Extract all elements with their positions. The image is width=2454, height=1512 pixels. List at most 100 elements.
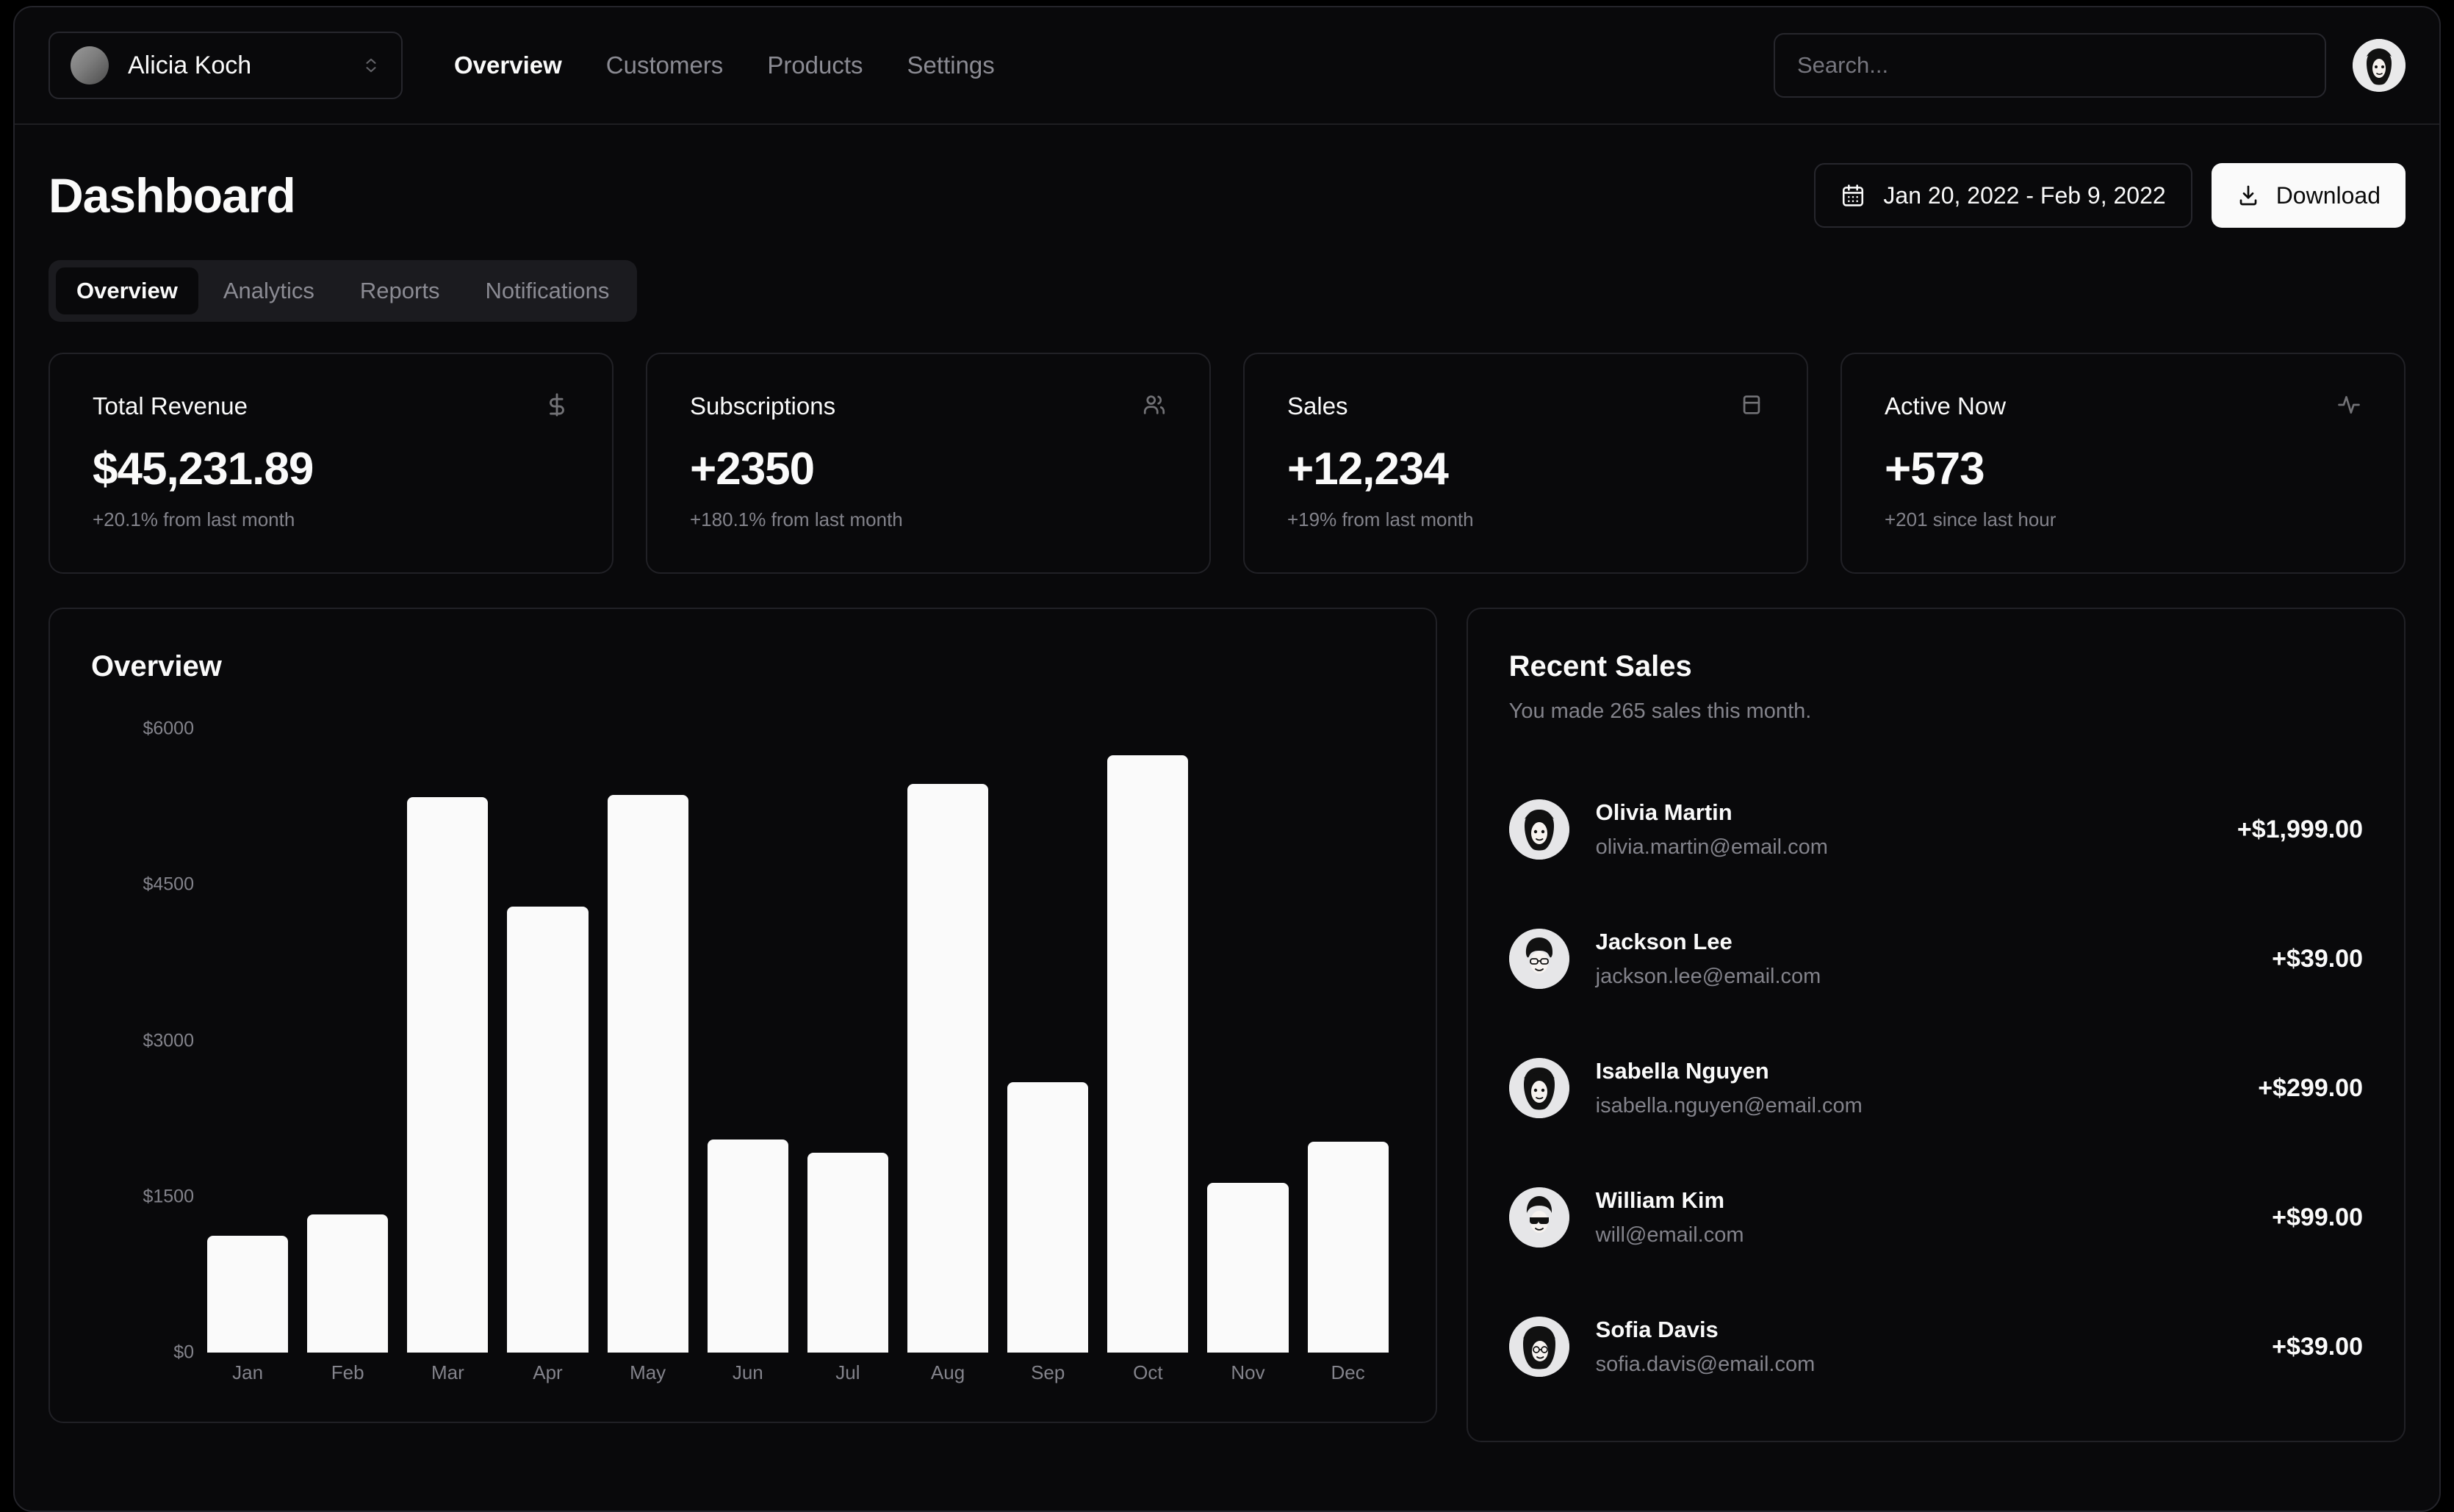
page-actions: Jan 20, 2022 - Feb 9, 2022 Download [1814, 163, 2406, 228]
chart-bar[interactable] [1007, 1082, 1088, 1353]
download-button[interactable]: Download [2212, 163, 2406, 228]
chart-bar[interactable] [907, 784, 988, 1353]
activity-icon [2336, 392, 2361, 421]
chart-x-tick: Aug [907, 1353, 988, 1392]
chart-y-tick: $4500 [143, 874, 194, 896]
chart-bar-column[interactable]: Oct [1107, 729, 1188, 1392]
team-name: Alicia Koch [128, 51, 342, 80]
sale-customer-email: jackson.lee@email.com [1596, 965, 1821, 989]
sale-row[interactable]: Olivia Martinolivia.martin@email.com +$1,… [1509, 765, 2363, 894]
chart-bars: JanFeb Mar Apr May Jun Jul Aug Sep Oct Nov Dec [207, 729, 1389, 1392]
stat-card-total-revenue: Total Revenue $45,231.89 +20.1% from las… [48, 353, 614, 574]
sale-amount: +$99.00 [2272, 1203, 2363, 1232]
chart-bar-column[interactable]: Mar [407, 729, 488, 1392]
sale-row[interactable]: Isabella Nguyen isabella.nguyen@email.com… [1509, 1023, 2363, 1153]
stat-card-active-now: Active Now +573 +201 since last hour [1840, 353, 2406, 574]
chart-bar-column[interactable]: Aug [907, 729, 988, 1392]
sale-row[interactable]: William Kim will@email.com +$99.00 [1509, 1153, 2363, 1282]
users-icon [1142, 392, 1167, 421]
stat-card-subscriptions: Subscriptions +2350 +180.1% from last mo… [646, 353, 1211, 574]
sale-row[interactable]: Jackson Leejackson.lee@email.com+$39.00 [1509, 894, 2363, 1023]
chart-bar[interactable] [708, 1140, 788, 1353]
stat-value: +12,234 [1287, 443, 1764, 495]
chart-bar[interactable] [207, 1236, 288, 1353]
avatar-isabella [1509, 1058, 1569, 1118]
tab-analytics[interactable]: Analytics [203, 267, 335, 314]
sale-customer-email: olivia.martin@email.com [1596, 835, 1828, 860]
chart-bar-column[interactable]: Jul [807, 729, 888, 1392]
stat-value: +573 [1885, 443, 2361, 495]
date-range-picker[interactable]: Jan 20, 2022 - Feb 9, 2022 [1814, 163, 2192, 228]
chart-x-tick: Oct [1107, 1353, 1188, 1392]
chart-bar[interactable] [507, 907, 588, 1353]
user-avatar[interactable] [2353, 39, 2406, 92]
tab-notifications[interactable]: Notifications [464, 267, 630, 314]
chart-bar-column[interactable]: Dec [1308, 729, 1389, 1392]
chart-bar-column[interactable]: Feb [307, 729, 388, 1392]
chart-y-tick: $0 [173, 1342, 194, 1364]
chart-x-tick: Mar [407, 1353, 488, 1392]
chart-y-tick: $6000 [143, 719, 194, 740]
nav-item-settings[interactable]: Settings [907, 51, 995, 79]
search-input[interactable] [1774, 33, 2326, 98]
chart-bar[interactable] [608, 795, 688, 1353]
stat-sub: +180.1% from last month [690, 508, 1167, 531]
recent-sales-subtitle: You made 265 sales this month. [1509, 699, 2363, 724]
chart-title: Overview [91, 650, 1395, 683]
chart-bar[interactable] [807, 1153, 888, 1353]
chart-x-tick: Apr [507, 1353, 588, 1392]
chart-bar[interactable] [1107, 755, 1188, 1353]
chart-bar[interactable] [407, 797, 488, 1353]
nav-item-overview[interactable]: Overview [454, 51, 562, 79]
chart-bar-column[interactable]: May [608, 729, 688, 1392]
chart-x-tick: Dec [1308, 1353, 1389, 1392]
avatar-olivia [1509, 799, 1569, 860]
nav-item-customers[interactable]: Customers [606, 51, 724, 79]
chart-bar[interactable] [307, 1214, 388, 1353]
dashboard-tabs: Overview Analytics Reports Notifications [48, 260, 637, 322]
sale-customer-email: will@email.com [1596, 1223, 1744, 1248]
sale-customer-email: isabella.nguyen@email.com [1596, 1094, 1863, 1118]
chart-bar-column[interactable]: Apr [507, 729, 588, 1392]
chart-bar-column[interactable]: Jun [708, 729, 788, 1392]
sale-info: Sofia Davissofia.davis@email.com [1596, 1317, 1816, 1377]
chart-plot-area: $6000$4500$3000$1500$0 JanFebMarAprMayJu… [91, 729, 1395, 1392]
sale-customer-name: Isabella Nguyen [1596, 1058, 1863, 1084]
chart-x-tick: Jun [708, 1353, 788, 1392]
chart-bar-column[interactable]: Sep [1007, 729, 1088, 1392]
chart-bar[interactable] [1308, 1142, 1389, 1353]
sale-info: Jackson Leejackson.lee@email.com [1596, 929, 1821, 989]
page-body: Dashboard Jan 20, 2022 [15, 125, 2439, 1442]
chevron-up-down-icon [361, 49, 381, 82]
nav-item-products[interactable]: Products [767, 51, 863, 79]
sale-amount: +$1,999.00 [2237, 816, 2363, 844]
recent-sales-title: Recent Sales [1509, 650, 2363, 683]
chart-x-tick: Sep [1007, 1353, 1088, 1392]
app-header: Alicia Koch Overview Customers Products … [15, 7, 2439, 125]
team-switcher[interactable]: Alicia Koch [48, 32, 403, 99]
page-title: Dashboard [48, 168, 295, 223]
sale-customer-name: William Kim [1596, 1187, 1744, 1214]
sale-amount: +$299.00 [2258, 1074, 2363, 1103]
app-window: Alicia Koch Overview Customers Products … [13, 6, 2441, 1512]
tab-overview[interactable]: Overview [56, 267, 198, 314]
main-nav: Overview Customers Products Settings [454, 51, 995, 79]
sale-row[interactable]: Sofia Davissofia.davis@email.com+$39.00 [1509, 1282, 2363, 1411]
tab-reports[interactable]: Reports [339, 267, 461, 314]
download-icon [2237, 184, 2260, 207]
chart-bar[interactable] [1207, 1183, 1288, 1353]
date-range-label: Jan 20, 2022 - Feb 9, 2022 [1883, 182, 2165, 209]
chart-y-tick: $1500 [143, 1186, 194, 1207]
chart-bar-column[interactable]: Nov [1207, 729, 1288, 1392]
page-title-row: Dashboard Jan 20, 2022 [48, 163, 2406, 228]
stat-label: Subscriptions [690, 392, 835, 420]
chart-x-tick: Jul [807, 1353, 888, 1392]
stat-label: Sales [1287, 392, 1348, 420]
download-label: Download [2276, 182, 2381, 209]
credit-card-icon [1739, 392, 1764, 421]
avatar-image [2353, 39, 2406, 92]
stat-card-sales: Sales +12,234 +19% from last month [1243, 353, 1808, 574]
recent-sales-card: Recent Sales You made 265 sales this mon… [1467, 608, 2406, 1442]
sale-info: Olivia Martinolivia.martin@email.com [1596, 799, 1828, 860]
chart-bar-column[interactable]: Jan [207, 729, 288, 1392]
